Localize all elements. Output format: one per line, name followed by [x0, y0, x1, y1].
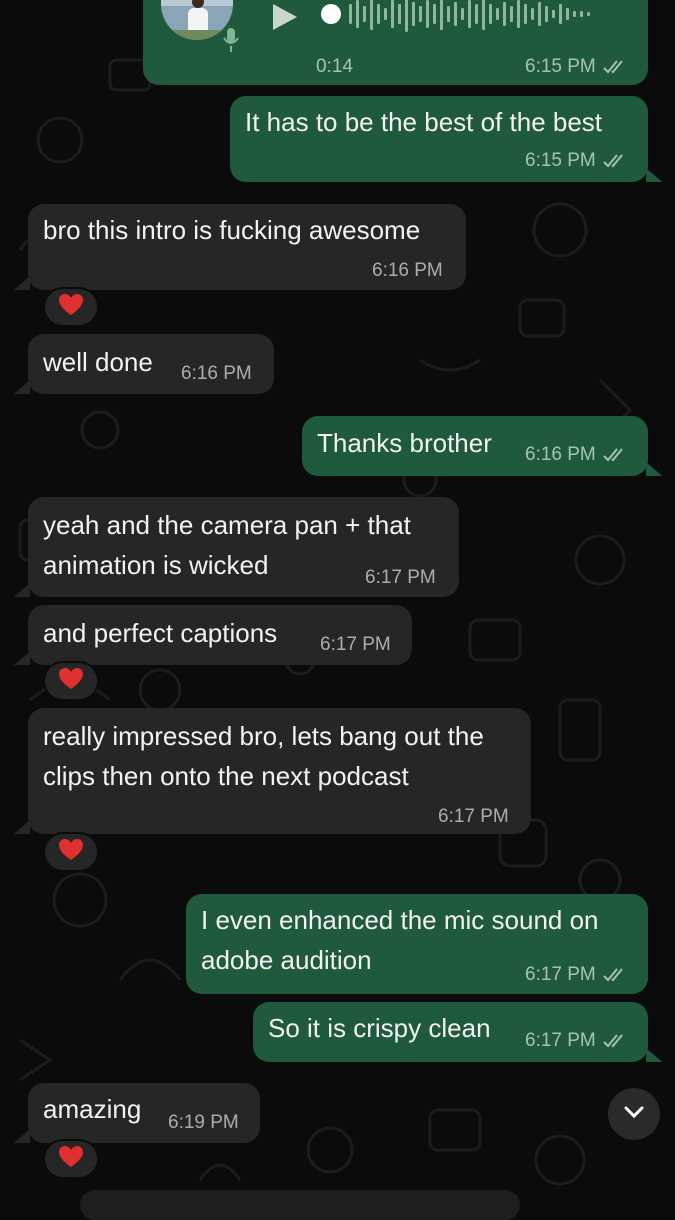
message-text: and perfect captions	[43, 618, 278, 648]
bubble-tail	[14, 380, 30, 394]
message-meta: 6:17 PM	[438, 806, 509, 828]
voice-note-duration: 0:14	[316, 56, 353, 77]
bubble-tail	[646, 168, 662, 182]
bubble-tail	[14, 651, 30, 665]
bubble-tail	[646, 1048, 662, 1062]
message-text-line: clips then onto the next podcast	[43, 761, 409, 791]
message-bubble-outgoing[interactable]: It has to be the best of the best 6:15 P…	[230, 96, 648, 182]
message-meta: 6:17 PM	[525, 964, 628, 986]
message-text-line: I even enhanced the mic sound on	[201, 905, 599, 935]
message-text: It has to be the best of the best	[245, 107, 603, 137]
bubble-tail	[14, 276, 30, 290]
message-time: 6:19 PM	[168, 1112, 239, 1133]
message-time: 6:15 PM	[525, 56, 596, 77]
message-text: Thanks brother	[317, 428, 492, 458]
message-time: 6:16 PM	[181, 363, 252, 384]
message-meta: 6:17 PM	[320, 634, 391, 656]
double-check-icon	[602, 59, 628, 75]
heart-icon	[58, 1145, 84, 1174]
composer-bar[interactable]	[80, 1190, 520, 1220]
bubble-tail	[14, 820, 30, 834]
message-text: bro this intro is fucking awesome	[43, 215, 421, 245]
bubble-tail	[646, 462, 662, 476]
reaction-badge[interactable]	[43, 1139, 99, 1179]
message-time: 6:16 PM	[525, 444, 596, 465]
bubble-tail	[14, 583, 30, 597]
voice-waveform[interactable]	[315, 0, 625, 34]
message-time: 6:17 PM	[525, 964, 596, 985]
heart-icon	[58, 667, 84, 696]
voice-note-bubble[interactable]: 0:14 6:15 PM	[143, 0, 648, 85]
message-meta: 6:17 PM	[365, 567, 436, 589]
message-bubble-outgoing[interactable]: Thanks brother 6:16 PM	[302, 416, 648, 476]
message-meta: 6:15 PM	[525, 150, 628, 172]
heart-icon	[58, 293, 84, 322]
message-text: So it is crispy clean	[268, 1013, 491, 1043]
message-meta: 6:16 PM	[372, 260, 443, 282]
message-text-line: adobe audition	[201, 945, 372, 975]
message-time: 6:17 PM	[320, 634, 391, 655]
message-meta: 6:15 PM	[525, 56, 628, 78]
message-text: well done	[43, 347, 153, 377]
message-bubble-incoming[interactable]: amazing 6:19 PM	[28, 1083, 260, 1143]
message-bubble-incoming[interactable]: bro this intro is fucking awesome 6:16 P…	[28, 204, 466, 290]
scroll-to-bottom-button[interactable]	[608, 1088, 660, 1140]
message-bubble-outgoing[interactable]: So it is crispy clean 6:17 PM	[253, 1002, 648, 1062]
bubble-tail	[14, 1129, 30, 1143]
message-time: 6:17 PM	[525, 1030, 596, 1051]
message-text-line: yeah and the camera pan + that	[43, 510, 411, 540]
reaction-badge[interactable]	[43, 832, 99, 872]
message-time: 6:16 PM	[372, 260, 443, 281]
message-meta: 6:16 PM	[181, 363, 252, 385]
message-bubble-incoming[interactable]: yeah and the camera pan + that animation…	[28, 497, 459, 597]
double-check-icon	[602, 1033, 628, 1049]
reaction-badge[interactable]	[43, 287, 99, 327]
message-bubble-incoming[interactable]: really impressed bro, lets bang out the …	[28, 708, 531, 834]
mic-icon	[221, 26, 241, 56]
message-bubble-incoming[interactable]: well done 6:16 PM	[28, 334, 274, 394]
double-check-icon	[602, 153, 628, 169]
message-bubble-incoming[interactable]: and perfect captions 6:17 PM	[28, 605, 412, 665]
message-bubble-outgoing[interactable]: I even enhanced the mic sound on adobe a…	[186, 894, 648, 994]
message-meta: 6:16 PM	[525, 444, 628, 466]
reaction-badge[interactable]	[43, 661, 99, 701]
message-text-line: really impressed bro, lets bang out the	[43, 721, 484, 751]
chevron-down-icon	[623, 1105, 645, 1124]
message-meta: 6:17 PM	[525, 1030, 628, 1052]
message-time: 6:15 PM	[525, 150, 596, 171]
message-text-line: animation is wicked	[43, 550, 269, 580]
double-check-icon	[602, 967, 628, 983]
message-text: amazing	[43, 1094, 142, 1124]
message-meta: 6:19 PM	[168, 1112, 239, 1134]
message-time: 6:17 PM	[365, 567, 436, 588]
message-time: 6:17 PM	[438, 806, 509, 827]
double-check-icon	[602, 447, 628, 463]
heart-icon	[58, 838, 84, 867]
play-icon[interactable]	[269, 2, 299, 32]
